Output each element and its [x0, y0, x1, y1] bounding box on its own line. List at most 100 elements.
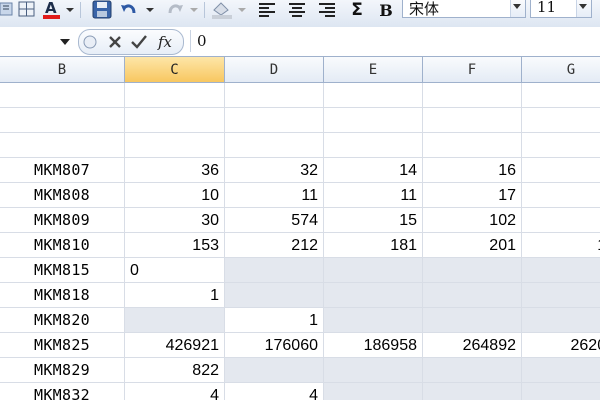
cell-e-8[interactable]: [324, 283, 423, 308]
cell-d-9[interactable]: 1: [225, 308, 324, 333]
cell-c-5[interactable]: 30: [125, 208, 225, 233]
cell-b-0[interactable]: [0, 83, 125, 108]
font-size-dropdown-button[interactable]: [576, 0, 591, 17]
column-header-c[interactable]: C: [125, 57, 225, 83]
cell-f-4[interactable]: 17: [423, 183, 522, 208]
save-icon[interactable]: [90, 0, 114, 20]
cell-e-7[interactable]: [324, 258, 423, 283]
column-header-e[interactable]: E: [324, 57, 423, 83]
cell-g-9[interactable]: [522, 308, 600, 333]
formula-input[interactable]: 0: [190, 30, 600, 52]
column-header-f[interactable]: F: [423, 57, 522, 83]
format-painter-icon[interactable]: [0, 0, 14, 20]
cell-d-0[interactable]: [225, 83, 324, 108]
column-header-d[interactable]: D: [225, 57, 324, 83]
cell-b-10[interactable]: MKM825: [0, 333, 125, 358]
cell-g-8[interactable]: [522, 283, 600, 308]
borders-icon[interactable]: [16, 0, 38, 20]
cell-b-7[interactable]: MKM815: [0, 258, 125, 283]
cell-e-5[interactable]: 15: [324, 208, 423, 233]
redo-icon[interactable]: [164, 0, 200, 20]
cell-c-12[interactable]: 4: [125, 383, 225, 400]
cell-b-8[interactable]: MKM818: [0, 283, 125, 308]
insert-function-button[interactable]: fx: [153, 32, 177, 52]
cell-c-7[interactable]: 0: [125, 258, 225, 283]
enter-icon[interactable]: [129, 32, 149, 52]
cell-b-11[interactable]: MKM829: [0, 358, 125, 383]
cell-c-1[interactable]: [125, 108, 225, 133]
bold-icon[interactable]: B: [376, 0, 396, 20]
cell-e-3[interactable]: 14: [324, 158, 423, 183]
cell-b-1[interactable]: [0, 108, 125, 133]
cell-e-11[interactable]: [324, 358, 423, 383]
cell-g-7[interactable]: [522, 258, 600, 283]
cell-f-5[interactable]: 102: [423, 208, 522, 233]
cell-g-1[interactable]: [522, 108, 600, 133]
cell-g-10[interactable]: 26201: [522, 333, 600, 358]
cell-g-11[interactable]: [522, 358, 600, 383]
align-center-icon[interactable]: [286, 0, 308, 20]
cell-c-10[interactable]: 426921: [125, 333, 225, 358]
cell-e-9[interactable]: [324, 308, 423, 333]
cell-e-1[interactable]: [324, 108, 423, 133]
name-box[interactable]: [0, 30, 80, 52]
cell-c-11[interactable]: 822: [125, 358, 225, 383]
cell-g-4[interactable]: 1: [522, 183, 600, 208]
cell-g-5[interactable]: 9: [522, 208, 600, 233]
autosum-icon[interactable]: Σ: [346, 0, 368, 20]
cell-e-4[interactable]: 11: [324, 183, 423, 208]
cell-d-4[interactable]: 11: [225, 183, 324, 208]
cell-b-9[interactable]: MKM820: [0, 308, 125, 333]
cell-b-12[interactable]: MKM832: [0, 383, 125, 400]
chevron-down-icon[interactable]: [60, 39, 70, 45]
cell-g-3[interactable]: 4: [522, 158, 600, 183]
cell-d-11[interactable]: [225, 358, 324, 383]
cell-d-2[interactable]: [225, 133, 324, 158]
expand-icon[interactable]: [81, 32, 99, 52]
cell-g-2[interactable]: [522, 133, 600, 158]
font-size-select[interactable]: 11: [530, 0, 592, 18]
cell-b-6[interactable]: MKM810: [0, 233, 125, 258]
cell-c-3[interactable]: 36: [125, 158, 225, 183]
undo-icon[interactable]: [120, 0, 156, 20]
cell-b-3[interactable]: MKM807: [0, 158, 125, 183]
cell-f-3[interactable]: 16: [423, 158, 522, 183]
cell-d-3[interactable]: 32: [225, 158, 324, 183]
cell-c-0[interactable]: [125, 83, 225, 108]
cell-e-12[interactable]: [324, 383, 423, 400]
cell-f-7[interactable]: [423, 258, 522, 283]
cell-g-6[interactable]: 13: [522, 233, 600, 258]
cell-e-0[interactable]: [324, 83, 423, 108]
cell-g-0[interactable]: [522, 83, 600, 108]
column-header-g[interactable]: G: [522, 57, 600, 83]
cell-f-11[interactable]: [423, 358, 522, 383]
cell-f-2[interactable]: [423, 133, 522, 158]
cell-c-8[interactable]: 1: [125, 283, 225, 308]
cell-e-6[interactable]: 181: [324, 233, 423, 258]
cell-f-8[interactable]: [423, 283, 522, 308]
cell-e-10[interactable]: 186958: [324, 333, 423, 358]
cell-d-1[interactable]: [225, 108, 324, 133]
cell-d-12[interactable]: 4: [225, 383, 324, 400]
cell-d-7[interactable]: [225, 258, 324, 283]
cell-b-5[interactable]: MKM809: [0, 208, 125, 233]
cell-f-9[interactable]: [423, 308, 522, 333]
cell-f-10[interactable]: 264892: [423, 333, 522, 358]
cell-f-6[interactable]: 201: [423, 233, 522, 258]
font-name-dropdown-button[interactable]: [510, 0, 525, 17]
font-name-select[interactable]: 宋体: [402, 0, 526, 18]
cell-c-6[interactable]: 153: [125, 233, 225, 258]
cell-d-10[interactable]: 176060: [225, 333, 324, 358]
column-header-b[interactable]: B: [0, 57, 125, 83]
cell-f-1[interactable]: [423, 108, 522, 133]
cell-d-5[interactable]: 574: [225, 208, 324, 233]
cell-c-9[interactable]: [125, 308, 225, 333]
cell-b-2[interactable]: [0, 133, 125, 158]
fill-color-icon[interactable]: [210, 0, 250, 20]
cell-g-12[interactable]: [522, 383, 600, 400]
cell-c-2[interactable]: [125, 133, 225, 158]
cell-f-0[interactable]: [423, 83, 522, 108]
cell-c-4[interactable]: 10: [125, 183, 225, 208]
cell-d-8[interactable]: [225, 283, 324, 308]
align-left-icon[interactable]: [256, 0, 278, 20]
